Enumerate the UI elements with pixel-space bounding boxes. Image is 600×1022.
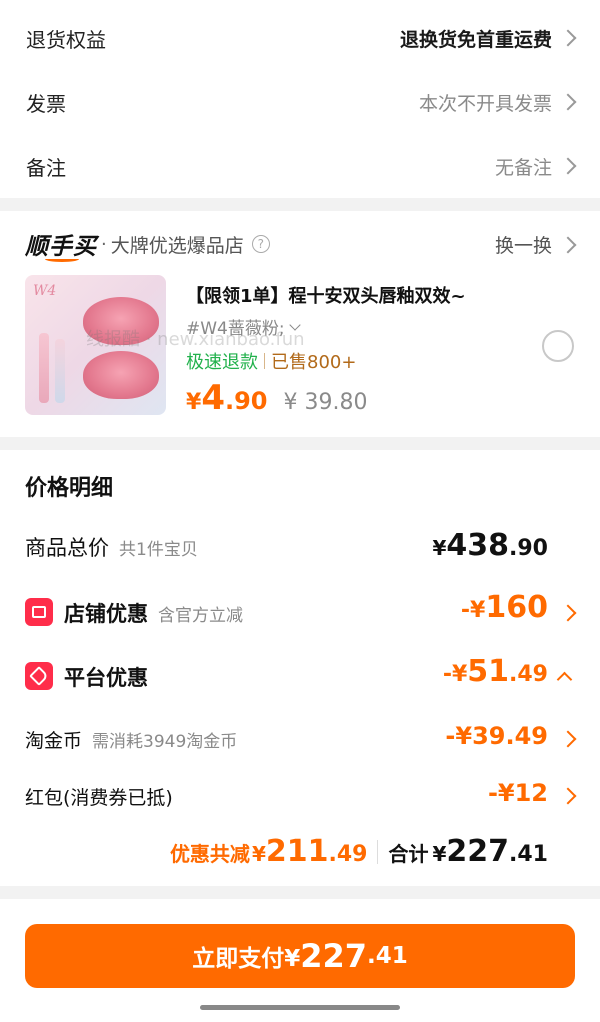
total-discount-label: 优惠共减 bbox=[169, 842, 250, 866]
lip-swatch-image bbox=[83, 351, 159, 399]
lip-tube-image bbox=[55, 339, 65, 403]
lip-tube-image bbox=[39, 333, 49, 403]
logo-swoosh-icon bbox=[45, 256, 79, 262]
chevron-right-icon bbox=[559, 29, 577, 47]
platform-discount-amount: -¥ 51 .49 bbox=[442, 654, 548, 689]
chevron-up-icon[interactable] bbox=[556, 671, 573, 688]
addon-header: 顺手买 · 大牌优选爆品店 ? bbox=[25, 227, 270, 262]
note-label: 备注 bbox=[26, 155, 66, 180]
invoice-label: 发票 bbox=[26, 91, 66, 116]
price-detail-card: 价格明细 商品总价 共1件宝贝 ¥ 438 .90 店铺优惠 含官方立减 -¥ … bbox=[0, 450, 600, 886]
platform-discount-label[interactable]: 平台优惠 bbox=[64, 662, 148, 692]
price-detail-title: 价格明细 bbox=[25, 476, 114, 501]
shop-discount-row[interactable]: 店铺优惠 含官方立减 bbox=[64, 598, 243, 628]
fast-refund-tag: 极速退款 bbox=[186, 352, 258, 373]
note-value: 无备注 bbox=[494, 156, 552, 179]
sum-label: 合计 bbox=[388, 842, 429, 866]
sold-count-tag: 已售800+ bbox=[271, 352, 357, 373]
shunshou-logo: 顺手买 bbox=[25, 234, 97, 262]
product-price: ¥ 4 .90 ¥ 39.80 bbox=[186, 378, 368, 418]
tao-coin-amount: -¥39.49 bbox=[445, 722, 548, 750]
chevron-right-icon bbox=[559, 730, 577, 748]
note-row[interactable]: 备注 无备注 bbox=[0, 136, 600, 196]
tao-coin-row[interactable]: 淘金币 需消耗3949淘金币 bbox=[25, 726, 237, 753]
product-tags: 极速退款 已售800+ bbox=[186, 348, 356, 374]
chevron-right-icon bbox=[559, 93, 577, 111]
addon-select-radio[interactable] bbox=[542, 330, 574, 362]
shop-discount-amount: -¥ 160 bbox=[460, 590, 548, 625]
goods-total-row: 商品总价 共1件宝贝 bbox=[25, 536, 198, 560]
addon-subtitle: 大牌优选爆品店 bbox=[110, 234, 244, 257]
return-rights-label: 退货权益 bbox=[26, 27, 106, 52]
totals-row: 优惠共减 ¥ 211 .49 合计 ¥ 227 .41 bbox=[169, 834, 548, 869]
return-rights-row[interactable]: 退货权益 退换货免首重运费 bbox=[0, 8, 600, 68]
red-packet-label[interactable]: 红包(消费券已抵) bbox=[25, 783, 173, 810]
red-packet-amount: -¥12 bbox=[487, 779, 548, 807]
chevron-right-icon bbox=[559, 157, 577, 175]
original-price: ¥ 39.80 bbox=[283, 390, 368, 415]
product-title[interactable]: 【限领1单】程十安双头唇釉双效~ bbox=[186, 282, 466, 308]
chevron-right-icon bbox=[559, 236, 577, 254]
home-indicator[interactable] bbox=[200, 1005, 400, 1010]
pay-now-button[interactable]: 立即支付¥ 227 .41 bbox=[25, 924, 575, 988]
invoice-row[interactable]: 发票 本次不开具发票 bbox=[0, 72, 600, 132]
chevron-right-icon bbox=[559, 787, 577, 805]
brand-mark: W4 bbox=[33, 283, 57, 299]
chevron-right-icon bbox=[559, 604, 577, 622]
help-icon[interactable]: ? bbox=[251, 235, 270, 253]
platform-discount-icon bbox=[25, 662, 53, 690]
return-rights-value: 退换货免首重运费 bbox=[399, 28, 552, 51]
shop-discount-icon bbox=[25, 598, 53, 626]
invoice-value: 本次不开具发票 bbox=[418, 92, 552, 115]
order-options-card: 退货权益 退换货免首重运费 发票 本次不开具发票 备注 无备注 bbox=[0, 0, 600, 198]
swap-button[interactable]: 换一换 bbox=[495, 231, 552, 258]
goods-total-amount: ¥ 438 .90 bbox=[432, 528, 548, 563]
